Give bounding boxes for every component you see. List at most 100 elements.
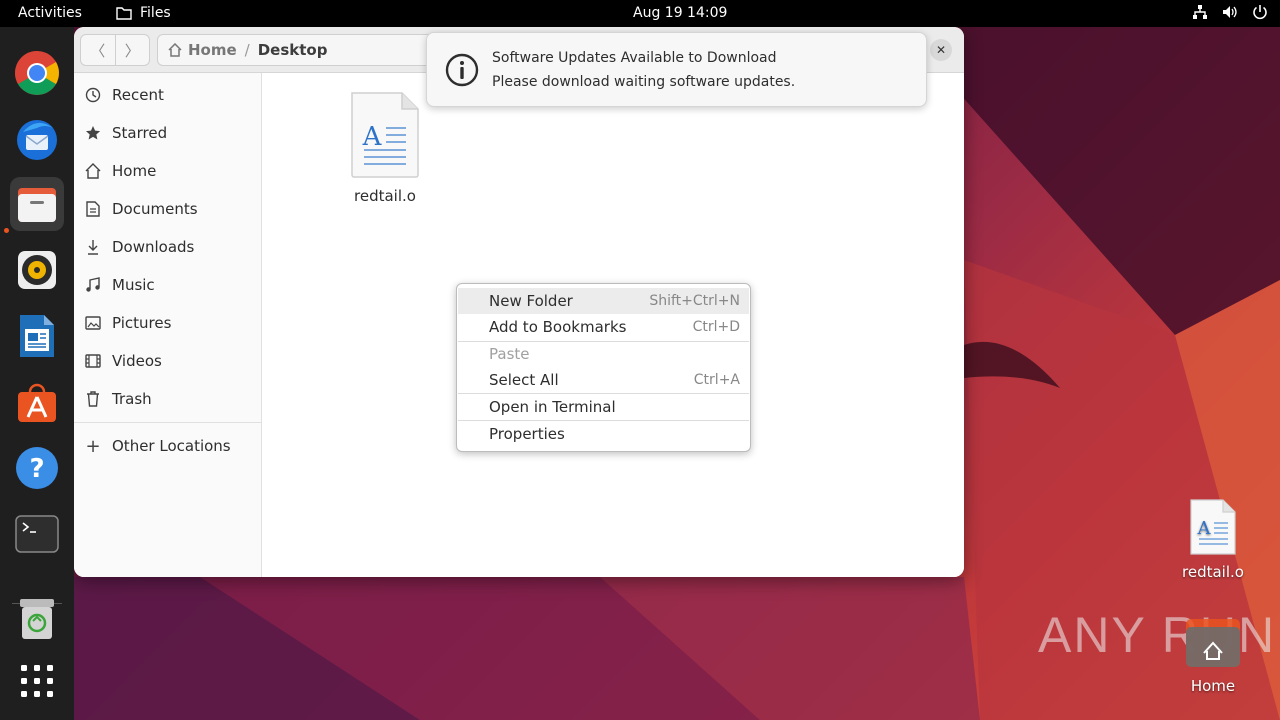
sidebar-item-videos[interactable]: Videos: [74, 342, 262, 380]
plus-icon: +: [85, 435, 101, 457]
desktop-icon-home[interactable]: Home: [1172, 617, 1254, 695]
sidebar-item-label: Trash: [112, 390, 152, 408]
menu-item-label: Add to Bookmarks: [489, 318, 627, 336]
sidebar-item-recent[interactable]: Recent: [74, 76, 262, 114]
desktop-icon-label: Home: [1190, 677, 1236, 695]
sidebar-item-label: Downloads: [112, 238, 195, 256]
folder-icon: [116, 7, 132, 20]
sidebar-item-starred[interactable]: Starred: [74, 114, 262, 152]
trash-launcher[interactable]: [10, 592, 64, 646]
info-icon: [445, 53, 479, 87]
sidebar-item-label: Music: [112, 276, 155, 294]
breadcrumb-current[interactable]: Desktop: [258, 41, 328, 59]
menu-item-properties[interactable]: Properties: [458, 421, 749, 447]
nav-buttons: 〈 〉: [80, 34, 150, 66]
context-menu: New Folder Shift+Ctrl+N Add to Bookmarks…: [456, 283, 751, 452]
back-button[interactable]: 〈: [81, 35, 116, 65]
trash-icon: [20, 599, 54, 639]
file-name: redtail.o: [354, 187, 416, 205]
menu-item-paste[interactable]: Paste: [458, 341, 749, 367]
notification-banner[interactable]: Software Updates Available to Download P…: [426, 32, 927, 107]
notification-body: Please download waiting software updates…: [492, 74, 796, 90]
volume-icon: [1223, 6, 1237, 18]
app-menu[interactable]: Files: [116, 5, 171, 21]
terminal-icon: [15, 515, 59, 553]
breadcrumb: Home / Desktop: [157, 34, 447, 66]
sidebar-item-documents[interactable]: Documents: [74, 190, 262, 228]
thunderbird-launcher[interactable]: [10, 111, 64, 165]
menu-item-label: Paste: [489, 345, 530, 363]
sidebar-item-music[interactable]: Music: [74, 266, 262, 304]
notification-title: Software Updates Available to Download: [492, 50, 777, 66]
menu-item-label: Select All: [489, 371, 559, 389]
menu-item-shortcut: Shift+Ctrl+N: [649, 293, 740, 309]
sidebar-item-label: Pictures: [112, 314, 172, 332]
terminal-launcher[interactable]: [10, 507, 64, 561]
show-apps-button[interactable]: [10, 654, 64, 708]
text-document-icon: A: [1190, 499, 1236, 555]
home-folder-icon: [1186, 619, 1240, 667]
system-tray[interactable]: [1192, 4, 1268, 20]
sidebar-item-home[interactable]: Home: [74, 152, 262, 190]
files-launcher[interactable]: [10, 177, 64, 231]
sidebar-item-label: Recent: [112, 86, 164, 104]
rhythmbox-launcher[interactable]: [10, 243, 64, 297]
sidebar-item-downloads[interactable]: Downloads: [74, 228, 262, 266]
menu-item-label: Open in Terminal: [489, 398, 616, 416]
rhythmbox-icon: [18, 251, 56, 289]
dock: ?: [0, 27, 74, 720]
sidebar-item-label: Videos: [112, 352, 162, 370]
help-icon: ?: [16, 447, 58, 489]
svg-text:A: A: [1197, 518, 1212, 539]
sidebar-separator: [74, 422, 262, 423]
writer-icon: [20, 315, 54, 357]
ubuntu-software-icon: [18, 383, 56, 422]
files-folder-icon: [18, 188, 56, 222]
sidebar-item-other-locations[interactable]: + Other Locations: [74, 427, 262, 465]
help-launcher[interactable]: ?: [10, 441, 64, 495]
app-menu-label: Files: [140, 5, 171, 21]
activities-button[interactable]: Activities: [18, 5, 82, 21]
sidebar-item-trash[interactable]: Trash: [74, 380, 262, 418]
menu-item-add-to-bookmarks[interactable]: Add to Bookmarks Ctrl+D: [458, 314, 749, 340]
clock-icon: [85, 87, 101, 103]
close-icon: ✕: [935, 43, 947, 57]
sidebar-item-label: Documents: [112, 200, 198, 218]
menu-item-new-folder[interactable]: New Folder Shift+Ctrl+N: [458, 288, 749, 314]
chrome-launcher[interactable]: [10, 46, 64, 100]
video-icon: [85, 354, 101, 368]
chevron-left-icon: 〈: [90, 41, 106, 60]
window-close-button[interactable]: ✕: [930, 39, 952, 61]
menu-item-label: Properties: [489, 425, 565, 443]
sidebar-item-pictures[interactable]: Pictures: [74, 304, 262, 342]
breadcrumb-home-label: Home: [188, 41, 237, 59]
thunderbird-icon: [17, 120, 57, 160]
menu-item-select-all[interactable]: Select All Ctrl+A: [458, 367, 749, 393]
ubuntu-software-launcher[interactable]: [10, 375, 64, 429]
download-icon: [88, 240, 98, 255]
picture-icon: [85, 316, 101, 330]
chevron-right-icon: 〉: [124, 41, 140, 60]
network-icon: [1193, 5, 1207, 19]
running-indicator: [4, 228, 9, 233]
breadcrumb-home[interactable]: Home: [168, 41, 237, 59]
home-icon: [85, 163, 101, 179]
home-icon: [168, 43, 182, 57]
svg-text:A: A: [362, 122, 383, 152]
sidebar-item-label: Starred: [112, 124, 168, 142]
document-icon: [86, 201, 100, 217]
music-icon: [86, 277, 100, 292]
sidebar-item-label: Home: [112, 162, 157, 180]
menu-item-label: New Folder: [489, 292, 573, 310]
writer-launcher[interactable]: [10, 309, 64, 363]
desktop-icon-label: redtail.o: [1182, 563, 1244, 581]
top-bar: Activities Files Aug 19 14:09: [0, 0, 1280, 27]
menu-item-shortcut: Ctrl+D: [692, 319, 740, 335]
menu-item-shortcut: Ctrl+A: [693, 372, 740, 388]
file-item[interactable]: A redtail.o: [350, 91, 420, 205]
menu-item-open-in-terminal[interactable]: Open in Terminal: [458, 394, 749, 420]
desktop-icon-redtail[interactable]: A redtail.o: [1172, 498, 1254, 581]
power-icon: [1253, 5, 1267, 20]
clock[interactable]: Aug 19 14:09: [633, 5, 727, 21]
forward-button[interactable]: 〉: [116, 35, 150, 65]
